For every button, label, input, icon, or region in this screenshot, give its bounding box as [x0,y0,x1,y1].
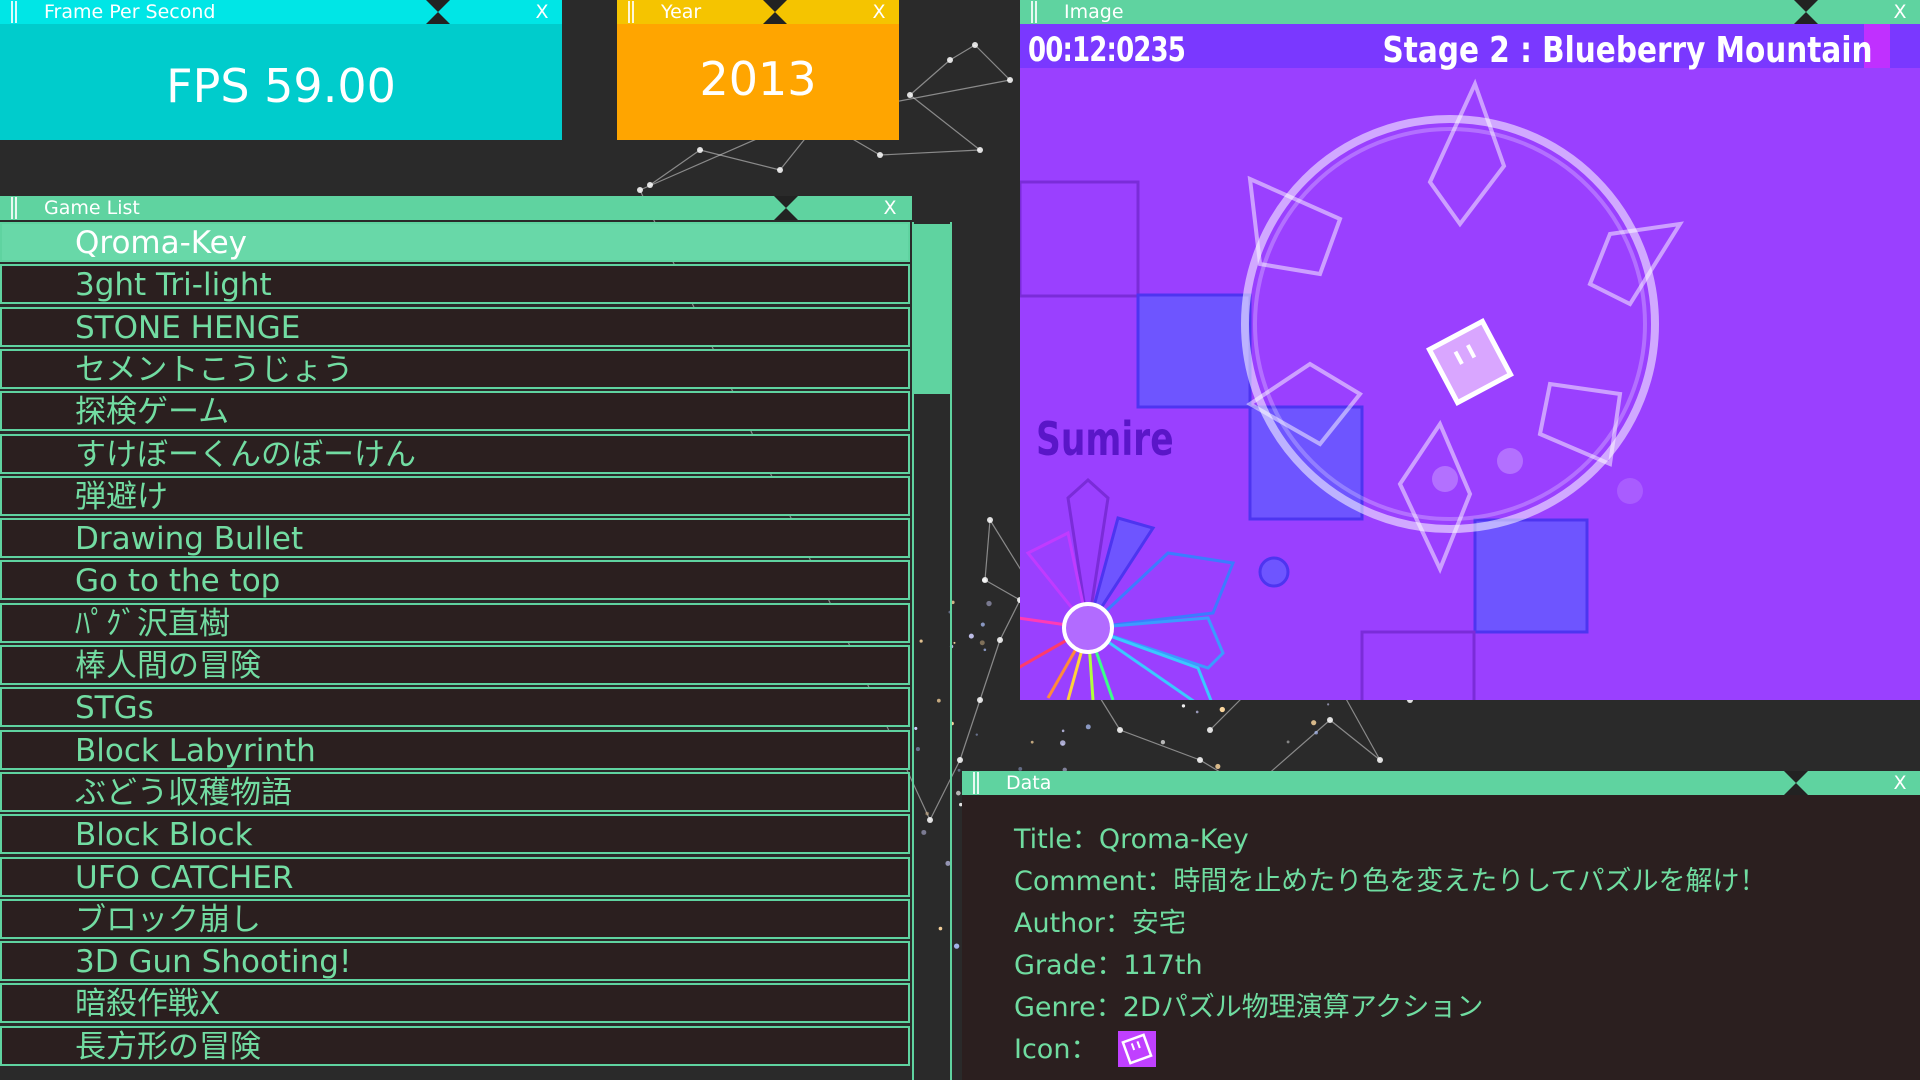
dock-hourglass-icon[interactable] [1794,0,1818,24]
game-list: Qroma-Key 3ght Tri-light STONE HENGE セメントこう… [0,222,910,1080]
dock-hourglass-icon[interactable] [1784,771,1808,795]
game-list-item[interactable]: すけぼーくんのぼーけん [0,433,910,474]
stage-title: Stage 2 : Blueberry Mountain [1382,30,1872,71]
detail-icon-label: Icon： [1014,1034,1098,1065]
fps-value: FPS 59.00 [0,24,562,140]
player-name: Sumire [1036,412,1174,466]
detail-genre: Genre：2Dパズル物理演算アクション [1014,992,1484,1023]
image-close-button[interactable]: X [1890,0,1910,24]
game-icon [1118,1030,1157,1067]
year-value: 2013 [617,24,899,140]
data-close-button[interactable]: X [1890,771,1910,795]
dock-hourglass-icon[interactable] [774,196,798,220]
game-list-item[interactable]: 3ght Tri-light [0,264,910,305]
detail-grade: Grade：117th [1014,950,1203,981]
grip-icon[interactable] [973,772,979,794]
game-list-item[interactable]: ぶどう収穫物語 [0,771,910,812]
detail-icon-row: Icon： [1014,1027,1157,1069]
grip-icon[interactable] [11,1,17,23]
data-window-title: Data [1006,772,1052,794]
dock-hourglass-icon[interactable] [763,0,787,24]
fps-close-button[interactable]: X [532,0,552,24]
fps-titlebar[interactable]: Frame Per Second X [0,0,562,24]
grip-icon[interactable] [628,1,634,23]
detail-title: Title：Qroma-Key [1014,824,1249,855]
game-list-scrollbar-thumb[interactable] [912,224,952,394]
game-list-item[interactable]: Qroma-Key [0,222,910,262]
year-window-title: Year [661,1,702,23]
game-list-item[interactable]: UFO CATCHER [0,856,910,897]
game-list-item[interactable]: Block Labyrinth [0,729,910,770]
game-list-item[interactable]: ﾊﾟｸﾞ沢直樹 [0,602,910,643]
year-close-button[interactable]: X [869,0,889,24]
year-window: Year X 2013 [617,0,899,140]
fps-window-title: Frame Per Second [44,1,216,23]
image-titlebar[interactable]: Image X [1020,0,1920,24]
game-list-item[interactable]: ブロック崩し [0,898,910,939]
game-list-close-button[interactable]: X [880,196,900,220]
fps-window: Frame Per Second X FPS 59.00 [0,0,562,140]
game-list-item[interactable]: Go to the top [0,560,910,601]
game-list-item[interactable]: 弾避け [0,475,910,516]
game-details: Title：Qroma-Key Comment：時間を止めたり色を変えたりしてパ… [962,795,1920,1080]
game-list-item[interactable]: 暗殺作戦X [0,983,910,1024]
year-titlebar[interactable]: Year X [617,0,899,24]
game-list-titlebar[interactable]: Game List X [0,196,912,220]
detail-author: Author：安宅 [1014,908,1186,939]
game-list-window-title: Game List [44,197,140,219]
game-list-window: Game List X Qroma-Key 3ght Tri-light STONE… [0,196,912,1080]
image-window: Image X 00:12:0235 Stage 2: Blueberry M… [1020,0,1920,700]
detail-comment: Comment：時間を止めたり色を変えたりしてパズルを解け！ [1014,866,1767,897]
game-list-item[interactable]: 長方形の冒険 [0,1025,910,1066]
dock-hourglass-icon[interactable] [426,0,450,24]
game-list-item[interactable]: Block Block [0,814,910,855]
grip-icon[interactable] [11,197,17,219]
game-list-item[interactable]: STGs [0,687,910,728]
data-titlebar[interactable]: Data X [962,771,1920,795]
game-screenshot: 00:12:0235 Stage 2 : Blueberry Mountain … [1020,24,1920,700]
grip-icon[interactable] [1031,1,1037,23]
game-list-item[interactable]: セメントこうじょう [0,348,910,389]
game-list-item[interactable]: 3D Gun Shooting! [0,941,910,982]
game-list-item[interactable]: 探検ゲーム [0,391,910,432]
game-list-item[interactable]: 棒人間の冒険 [0,645,910,685]
game-timer: 00:12:0235 [1028,30,1186,70]
game-list-item[interactable]: STONE HENGE [0,306,910,347]
data-window: Data X Title：Qroma-Key Comment：時間を止めたり色を… [962,771,1920,1080]
image-window-title: Image [1064,1,1124,23]
game-list-item[interactable]: Drawing Bullet [0,518,910,559]
game-scene [1020,24,1920,700]
